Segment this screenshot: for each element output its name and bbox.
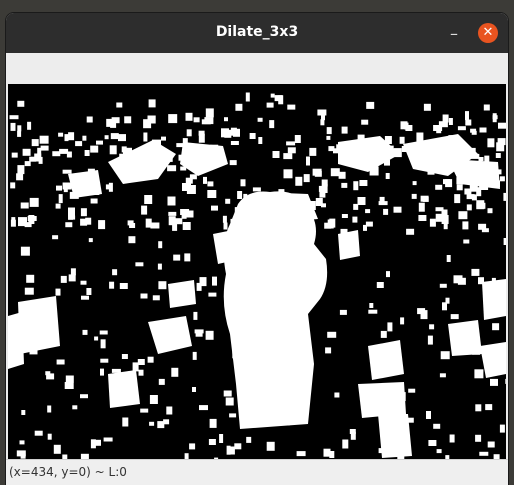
dilated-image <box>8 84 506 470</box>
app-window: Dilate_3x3 – ✕ (x=434, y=0) ~ L:0 <box>6 13 508 485</box>
status-bar: (x=434, y=0) ~ L:0 <box>6 459 508 485</box>
image-canvas[interactable] <box>8 84 506 470</box>
window-title: Dilate_3x3 <box>215 24 299 40</box>
minimize-button[interactable]: – <box>444 24 464 44</box>
close-button[interactable]: ✕ <box>478 23 498 43</box>
toolbar <box>6 53 508 80</box>
title-bar[interactable]: Dilate_3x3 – ✕ <box>6 13 508 53</box>
